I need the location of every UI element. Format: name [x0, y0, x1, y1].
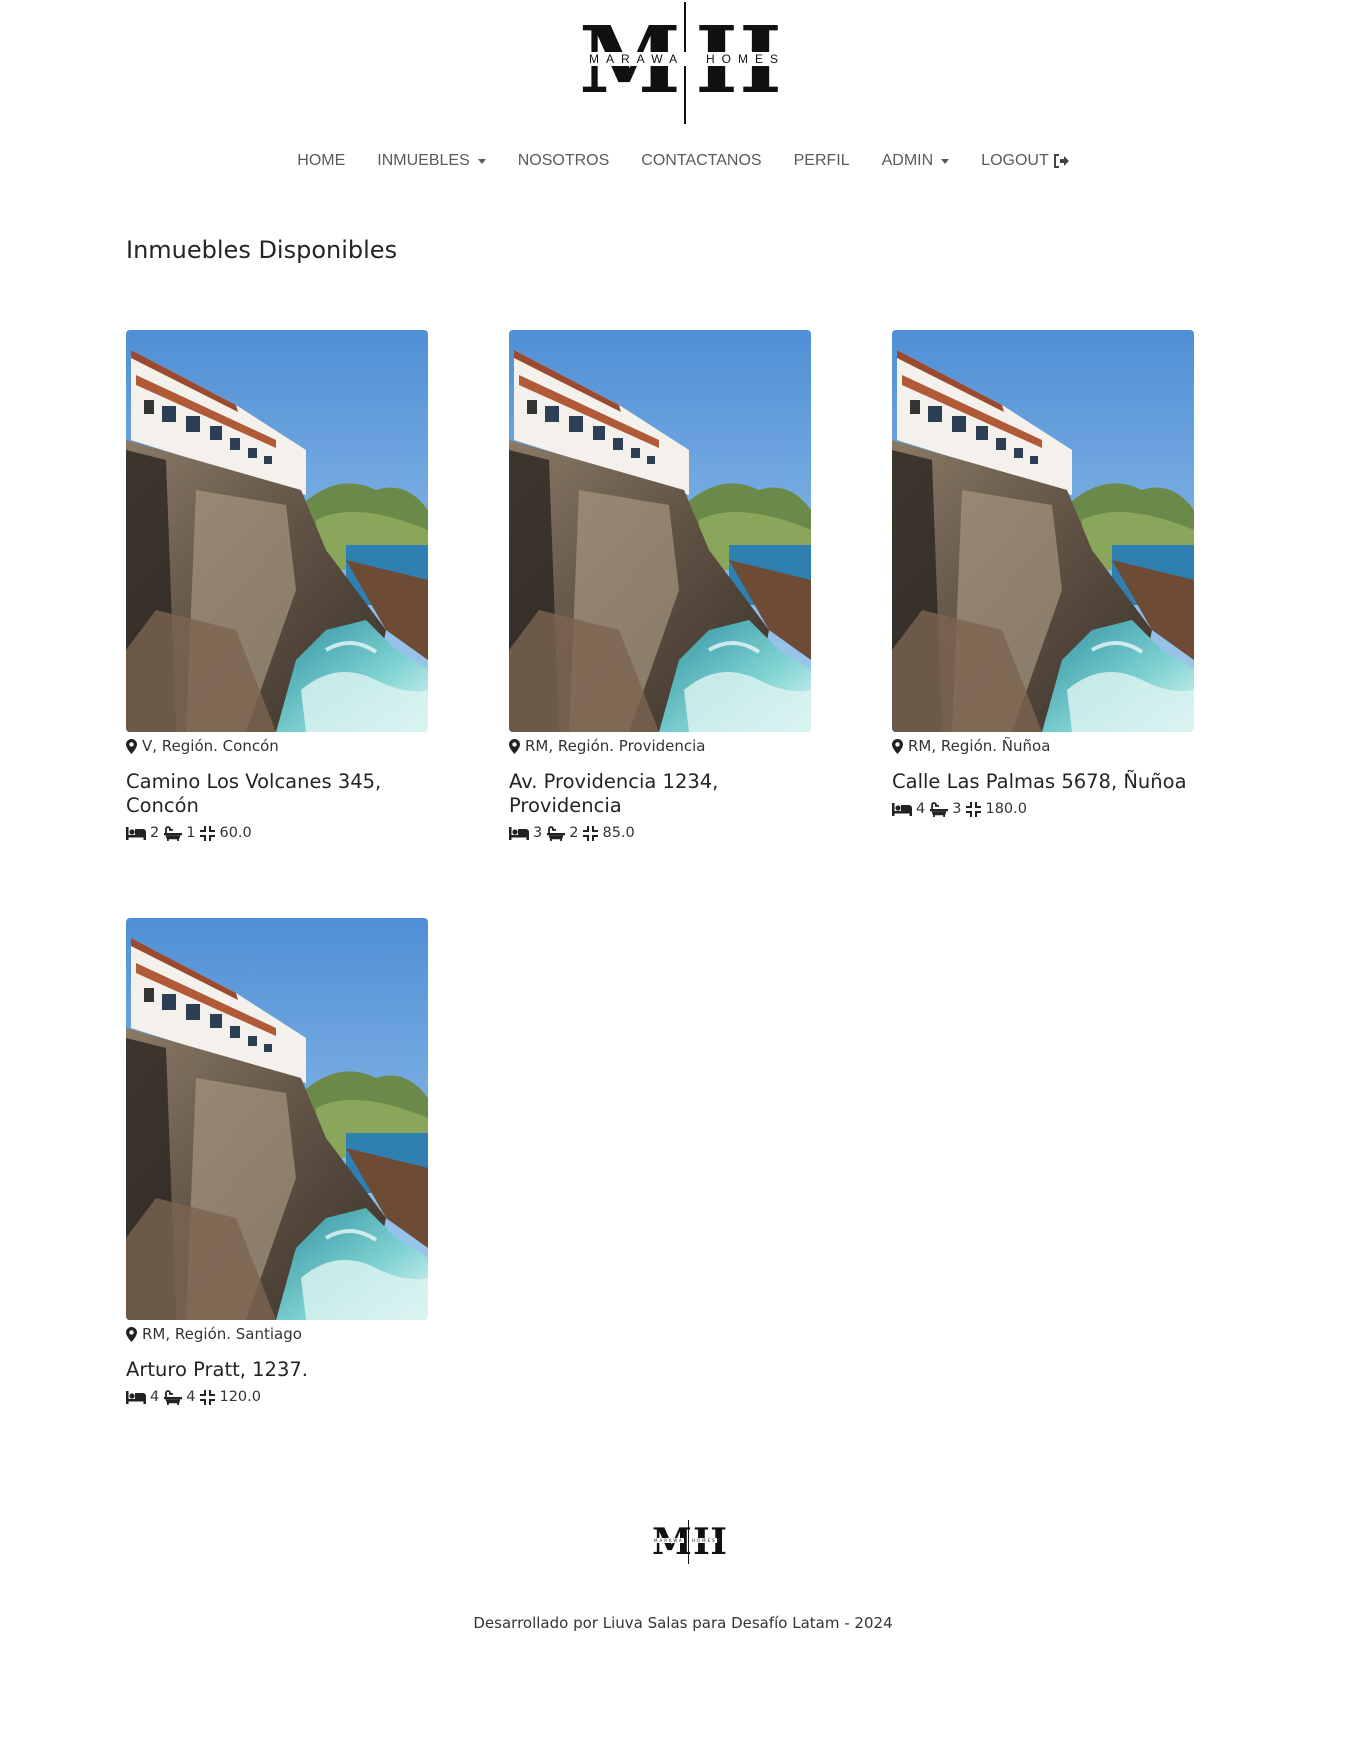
footer-logo[interactable]: M H MARAWA HOMES [651, 1520, 727, 1564]
property-card[interactable]: V, Región. Concón Camino Los Volcanes 34… [126, 330, 428, 841]
property-stats: 2 1 60.0 [126, 825, 428, 841]
nav-logout-label: LOGOUT [981, 152, 1049, 169]
bedrooms-value: 4 [916, 801, 926, 817]
property-photo[interactable] [509, 330, 811, 732]
logo-right-text: HOMES [704, 52, 788, 66]
property-image [126, 330, 428, 732]
property-location-text: RM, Región. Santiago [142, 1325, 302, 1343]
compress-icon [583, 825, 599, 841]
map-marker-icon [509, 738, 520, 754]
nav-perfil-label: PERFIL [793, 152, 850, 169]
property-location: V, Región. Concón [126, 737, 428, 755]
nav-logout[interactable]: LOGOUT [965, 144, 1085, 178]
nav-contactanos-label: CONTACTANOS [641, 152, 762, 169]
caret-down-icon [941, 158, 950, 164]
property-photo[interactable] [126, 918, 428, 1320]
compress-icon [200, 1389, 216, 1405]
map-marker-icon [126, 738, 137, 754]
footer-logo-right-text: HOMES [692, 1538, 717, 1543]
property-address[interactable]: Calle Las Palmas 5678, Ñuñoa [892, 770, 1212, 794]
nav-perfil[interactable]: PERFIL [778, 144, 866, 178]
bath-icon [164, 825, 183, 841]
nav-nosotros[interactable]: NOSOTROS [502, 144, 626, 178]
page-title: Inmuebles Disponibles [126, 236, 398, 264]
property-location-text: RM, Región. Ñuñoa [908, 737, 1051, 755]
property-photo[interactable] [126, 330, 428, 732]
site-logo[interactable]: M H MARAWA HOMES [577, 0, 791, 124]
property-card[interactable]: RM, Región. Providencia Av. Providencia … [509, 330, 811, 841]
footer-logo-divider [688, 1520, 689, 1564]
property-address[interactable]: Av. Providencia 1234, Providencia [509, 770, 809, 818]
property-image [892, 330, 1194, 732]
map-marker-icon [892, 738, 903, 754]
sign-out-icon [1053, 154, 1069, 168]
nav-inmuebles-label: INMUEBLES [377, 152, 470, 169]
nav-contactanos[interactable]: CONTACTANOS [625, 144, 777, 178]
nav-admin[interactable]: ADMIN [866, 144, 966, 178]
bedrooms-value: 3 [533, 825, 543, 841]
bath-icon [547, 825, 566, 841]
property-stats: 4 4 120.0 [126, 1389, 428, 1405]
compress-icon [966, 801, 982, 817]
property-location: RM, Región. Ñuñoa [892, 737, 1194, 755]
property-stats: 4 3 180.0 [892, 801, 1194, 817]
bed-icon [126, 1390, 146, 1404]
property-location-text: V, Región. Concón [142, 737, 279, 755]
footer-credits: Desarrollado por Liuva Salas para Desafí… [473, 1614, 893, 1632]
nav-home-label: HOME [297, 152, 346, 169]
property-address[interactable]: Camino Los Volcanes 345, Concón [126, 770, 426, 818]
nav-inmuebles[interactable]: INMUEBLES [361, 144, 501, 178]
property-photo[interactable] [892, 330, 1194, 732]
area-value: 60.0 [219, 825, 252, 841]
property-card[interactable]: RM, Región. Santiago Arturo Pratt, 1237.… [126, 918, 428, 1405]
nav-home[interactable]: HOME [281, 144, 361, 178]
bathrooms-value: 3 [952, 801, 962, 817]
bed-icon [892, 802, 912, 816]
compress-icon [200, 825, 216, 841]
property-location: RM, Región. Santiago [126, 1325, 428, 1343]
area-value: 120.0 [219, 1389, 261, 1405]
bathrooms-value: 2 [569, 825, 579, 841]
bath-icon [164, 1389, 183, 1405]
footer-logo-left-text: MARAWA [654, 1538, 684, 1543]
property-location-text: RM, Región. Providencia [525, 737, 706, 755]
property-image [126, 918, 428, 1320]
bed-icon [509, 826, 529, 840]
property-stats: 3 2 85.0 [509, 825, 811, 841]
property-card[interactable]: RM, Región. Ñuñoa Calle Las Palmas 5678,… [892, 330, 1194, 817]
area-value: 85.0 [602, 825, 635, 841]
area-value: 180.0 [985, 801, 1027, 817]
bathrooms-value: 1 [186, 825, 196, 841]
map-marker-icon [126, 1326, 137, 1342]
bath-icon [930, 801, 949, 817]
caret-down-icon [477, 158, 486, 164]
bed-icon [126, 826, 146, 840]
bedrooms-value: 4 [150, 1389, 160, 1405]
main-nav: HOME INMUEBLES NOSOTROS CONTACTANOS PERF… [0, 144, 1366, 178]
nav-admin-label: ADMIN [881, 152, 934, 169]
property-address[interactable]: Arturo Pratt, 1237. [126, 1358, 426, 1382]
logo-left-text: MARAWA [587, 52, 687, 66]
nav-nosotros-label: NOSOTROS [517, 152, 610, 169]
property-image [509, 330, 811, 732]
bathrooms-value: 4 [186, 1389, 196, 1405]
property-location: RM, Región. Providencia [509, 737, 811, 755]
bedrooms-value: 2 [150, 825, 160, 841]
